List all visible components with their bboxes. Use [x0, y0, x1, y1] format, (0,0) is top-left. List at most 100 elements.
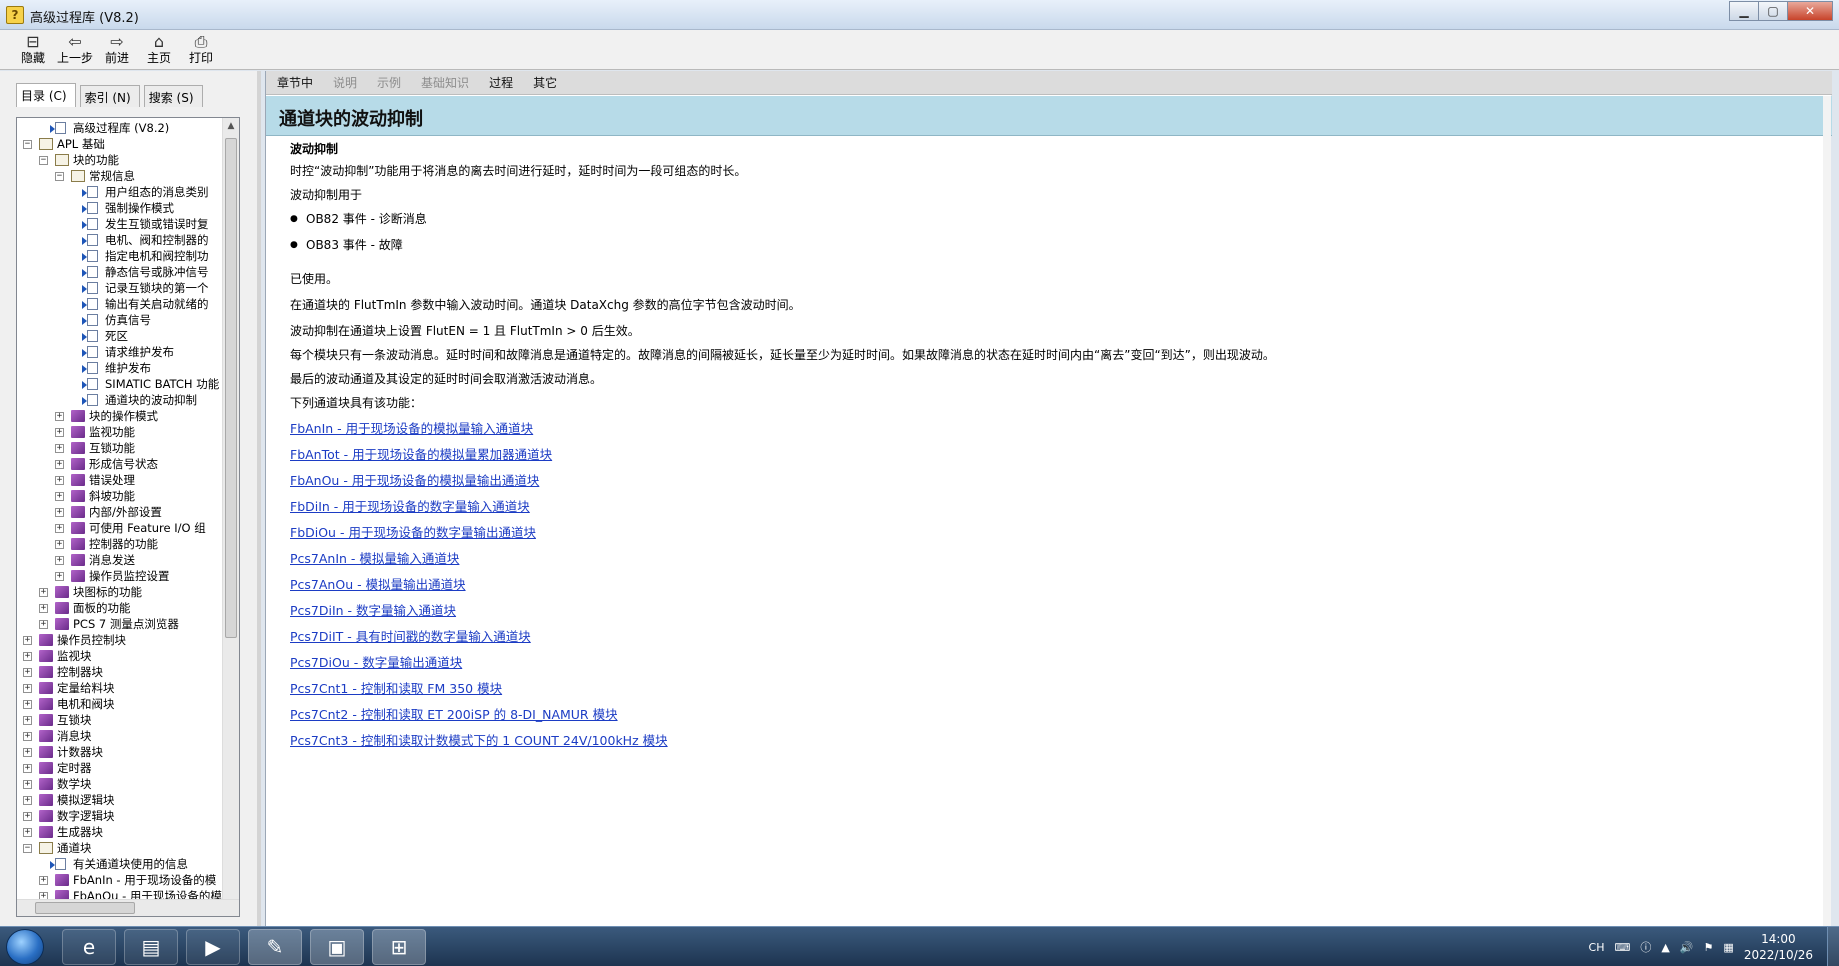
expand-icon[interactable]: +: [55, 428, 64, 437]
tree-item[interactable]: + 控制器块: [17, 664, 224, 680]
tree-item[interactable]: + 可使用 Feature I/O 组: [17, 520, 224, 536]
volume-icon[interactable]: 🔊: [1680, 941, 1694, 954]
tree-item[interactable]: 发生互锁或错误时复: [17, 216, 224, 232]
tree-horizontal-scrollbar[interactable]: [17, 899, 239, 916]
expand-icon[interactable]: +: [39, 588, 48, 597]
channel-block-link[interactable]: FbAnTot - 用于现场设备的模拟量累加器通道块: [290, 447, 1790, 463]
expand-icon[interactable]: +: [55, 540, 64, 549]
close-button[interactable]: ✕: [1787, 1, 1833, 21]
media-player-taskbar-icon[interactable]: ▶: [186, 929, 240, 965]
expand-icon[interactable]: +: [55, 524, 64, 533]
channel-block-link[interactable]: FbDiOu - 用于现场设备的数字量输出通道块: [290, 525, 1790, 541]
tree-item[interactable]: + 数学块: [17, 776, 224, 792]
tree-item[interactable]: + 斜坡功能: [17, 488, 224, 504]
tree-item[interactable]: + 面板的功能: [17, 600, 224, 616]
tree-item[interactable]: + 互锁块: [17, 712, 224, 728]
nav-other[interactable]: 其它: [533, 71, 557, 94]
tree-item[interactable]: + FbAnIn - 用于现场设备的模: [17, 872, 224, 888]
tree-item[interactable]: + 定时器: [17, 760, 224, 776]
expand-icon[interactable]: +: [23, 796, 32, 805]
tree-item[interactable]: + 电机和阀块: [17, 696, 224, 712]
print-button[interactable]: ⎙ 打印: [180, 30, 222, 70]
ie-taskbar-icon[interactable]: e: [62, 929, 116, 965]
tree-item[interactable]: + 内部/外部设置: [17, 504, 224, 520]
back-button[interactable]: ⇦ 上一步: [54, 30, 96, 70]
tree-item[interactable]: + 控制器的功能: [17, 536, 224, 552]
channel-block-link[interactable]: FbAnOu - 用于现场设备的模拟量输出通道块: [290, 473, 1790, 489]
language-indicator[interactable]: CH: [1589, 941, 1605, 954]
tree-item[interactable]: + 计数器块: [17, 744, 224, 760]
expand-icon[interactable]: +: [55, 508, 64, 517]
nav-basics[interactable]: 基础知识: [421, 71, 469, 94]
tree-item[interactable]: 静态信号或脉冲信号: [17, 264, 224, 280]
expand-icon[interactable]: +: [39, 604, 48, 613]
expand-icon[interactable]: +: [23, 764, 32, 773]
home-button[interactable]: ⌂ 主页: [138, 30, 180, 70]
expand-icon[interactable]: +: [23, 700, 32, 709]
expand-icon[interactable]: +: [23, 652, 32, 661]
expand-icon[interactable]: +: [23, 828, 32, 837]
tree-item[interactable]: + 消息块: [17, 728, 224, 744]
network-icon[interactable]: ▦: [1723, 941, 1733, 954]
nav-in-chapter[interactable]: 章节中: [277, 71, 313, 94]
expand-icon[interactable]: +: [23, 668, 32, 677]
tree-item[interactable]: + 互锁功能: [17, 440, 224, 456]
tree-item[interactable]: SIMATIC BATCH 功能: [17, 376, 224, 392]
tree-item[interactable]: 通道块的波动抑制: [17, 392, 224, 408]
simatic-taskbar-icon[interactable]: ▣: [310, 929, 364, 965]
tree-item[interactable]: + 消息发送: [17, 552, 224, 568]
show-desktop-button[interactable]: [1827, 927, 1839, 966]
start-button[interactable]: [6, 929, 44, 965]
tree-item[interactable]: + 形成信号状态: [17, 456, 224, 472]
expand-icon[interactable]: +: [23, 716, 32, 725]
tree-item[interactable]: + PCS 7 测量点浏览器: [17, 616, 224, 632]
tab-search[interactable]: 搜索 (S): [143, 85, 203, 107]
collapse-icon[interactable]: −: [23, 844, 32, 853]
scroll-up-icon[interactable]: ▲: [223, 118, 239, 134]
tab-contents[interactable]: 目录 (C): [16, 83, 76, 107]
expand-icon[interactable]: +: [55, 412, 64, 421]
keyboard-icon[interactable]: ⌨: [1614, 941, 1630, 954]
maximize-button[interactable]: ▢: [1758, 1, 1788, 21]
hide-button[interactable]: ⊟ 隐藏: [12, 30, 54, 70]
expand-icon[interactable]: +: [23, 636, 32, 645]
app-taskbar-icon[interactable]: ✎: [248, 929, 302, 965]
tree-item[interactable]: + 模拟逻辑块: [17, 792, 224, 808]
tree-item[interactable]: 高级过程库 (V8.2): [17, 120, 224, 136]
scroll-thumb[interactable]: [225, 138, 237, 638]
expand-icon[interactable]: +: [23, 748, 32, 757]
tree-item[interactable]: 输出有关启动就绪的: [17, 296, 224, 312]
explorer-taskbar-icon[interactable]: ▤: [124, 929, 178, 965]
channel-block-link[interactable]: Pcs7Cnt1 - 控制和读取 FM 350 模块: [290, 681, 1790, 697]
scroll-thumb-horizontal[interactable]: [35, 902, 135, 914]
nav-examples[interactable]: 示例: [377, 71, 401, 94]
channel-block-link[interactable]: Pcs7DiIn - 数字量输入通道块: [290, 603, 1790, 619]
channel-block-link[interactable]: FbDiIn - 用于现场设备的数字量输入通道块: [290, 499, 1790, 515]
nav-description[interactable]: 说明: [333, 71, 357, 94]
tree-item[interactable]: + 监视功能: [17, 424, 224, 440]
channel-block-link[interactable]: FbAnIn - 用于现场设备的模拟量输入通道块: [290, 421, 1790, 437]
collapse-icon[interactable]: −: [55, 172, 64, 181]
flag-icon[interactable]: ⚑: [1704, 941, 1714, 954]
expand-icon[interactable]: +: [23, 684, 32, 693]
expand-icon[interactable]: +: [23, 780, 32, 789]
topic-scrollbar[interactable]: [1823, 96, 1831, 926]
collapse-icon[interactable]: −: [23, 140, 32, 149]
tree-item[interactable]: + 块图标的功能: [17, 584, 224, 600]
tree-item[interactable]: 电机、阀和控制器的: [17, 232, 224, 248]
channel-block-link[interactable]: Pcs7DiOu - 数字量输出通道块: [290, 655, 1790, 671]
channel-block-link[interactable]: Pcs7AnIn - 模拟量输入通道块: [290, 551, 1790, 567]
tree-item[interactable]: + 操作员控制块: [17, 632, 224, 648]
forward-button[interactable]: ⇨ 前进: [96, 30, 138, 70]
tree-item[interactable]: 仿真信号: [17, 312, 224, 328]
channel-block-link[interactable]: Pcs7Cnt3 - 控制和读取计数模式下的 1 COUNT 24V/100kH…: [290, 733, 1790, 749]
expand-icon[interactable]: +: [39, 620, 48, 629]
expand-icon[interactable]: +: [55, 460, 64, 469]
expand-icon[interactable]: +: [39, 876, 48, 885]
expand-icon[interactable]: +: [55, 572, 64, 581]
expand-icon[interactable]: +: [55, 492, 64, 501]
tree-item[interactable]: + 操作员监控设置: [17, 568, 224, 584]
tree-item[interactable]: − APL 基础: [17, 136, 224, 152]
help-tray-icon[interactable]: ⓘ: [1640, 939, 1651, 955]
channel-block-link[interactable]: Pcs7DiIT - 具有时间戳的数字量输入通道块: [290, 629, 1790, 645]
